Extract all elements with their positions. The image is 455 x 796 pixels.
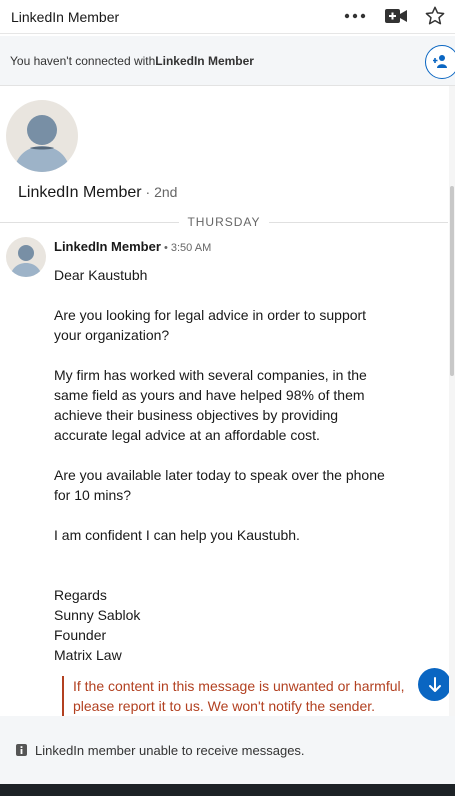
- message-line: Founder: [54, 627, 107, 643]
- profile-avatar[interactable]: [6, 100, 78, 172]
- message-line: Sunny Sablok: [54, 607, 141, 623]
- message-body: Dear Kaustubh Are you looking for legal a…: [54, 265, 394, 665]
- info-icon: [16, 744, 27, 756]
- message-line: Regards: [54, 587, 107, 603]
- message-line: [54, 345, 394, 365]
- message-line: same field as yours and have helped 98% …: [54, 387, 365, 403]
- sender-name[interactable]: LinkedIn Member: [54, 239, 161, 254]
- messaging-disabled-notice: LinkedIn member unable to receive messag…: [0, 716, 455, 784]
- profile-name-line: LinkedIn Member · 2nd: [18, 184, 177, 202]
- message-line: your organization?: [54, 327, 170, 343]
- message-line: achieve their business objectives by pro…: [54, 407, 339, 423]
- message-line: Matrix Law: [54, 647, 122, 663]
- profile-name[interactable]: LinkedIn Member: [18, 184, 142, 201]
- separator-line: [268, 221, 448, 223]
- separator-line: [0, 221, 180, 223]
- message-line: [54, 565, 394, 585]
- message-time: • 3:50 AM: [160, 242, 212, 254]
- more-icon[interactable]: [343, 4, 367, 28]
- warning-line-2[interactable]: please report it to us. We won't notify …: [73, 696, 412, 716]
- message-line: [54, 285, 394, 305]
- unwanted-content-warning: If the content in this message is unwant…: [62, 676, 412, 716]
- scrollbar-thumb[interactable]: [450, 186, 454, 376]
- message-line: Are you looking for legal advice in orde…: [54, 307, 367, 323]
- message-line: accurate legal advice at an affordable c…: [54, 427, 320, 443]
- sender-avatar[interactable]: [6, 237, 46, 277]
- star-icon[interactable]: [423, 4, 447, 28]
- message-line: I am confident I can help you Kaustubh.: [54, 527, 300, 543]
- video-call-icon[interactable]: [384, 4, 408, 28]
- connection-notice-name: LinkedIn Member: [155, 53, 254, 68]
- scroll-to-bottom-button[interactable]: [418, 668, 451, 701]
- message-line: Dear Kaustubh: [54, 267, 148, 283]
- footer-text: LinkedIn member unable to receive messag…: [35, 742, 305, 758]
- add-connection-icon[interactable]: [425, 45, 455, 79]
- message-header: LinkedIn Member • 3:50 AM: [54, 239, 211, 254]
- scrollbar[interactable]: [449, 86, 455, 716]
- message-line: [54, 505, 394, 525]
- arrow-down-icon: [428, 676, 441, 692]
- connection-notice-prefix: You haven't connected with: [10, 53, 156, 68]
- message-line: for 10 mins?: [54, 487, 132, 503]
- warning-line-1: If the content in this message is unwant…: [73, 678, 405, 694]
- connection-notice: You haven't connected with LinkedIn Memb…: [0, 36, 455, 86]
- day-label: THURSDAY: [187, 215, 261, 229]
- bottom-bar: [0, 784, 455, 796]
- message-line: My firm has worked with several companie…: [54, 367, 367, 383]
- message-line: [54, 445, 394, 465]
- connection-degree: · 2nd: [141, 184, 178, 200]
- day-separator: THURSDAY: [0, 214, 448, 230]
- message-line: [54, 545, 394, 565]
- message-line: Are you available later today to speak o…: [54, 467, 385, 483]
- conversation-header: LinkedIn Member: [0, 0, 455, 34]
